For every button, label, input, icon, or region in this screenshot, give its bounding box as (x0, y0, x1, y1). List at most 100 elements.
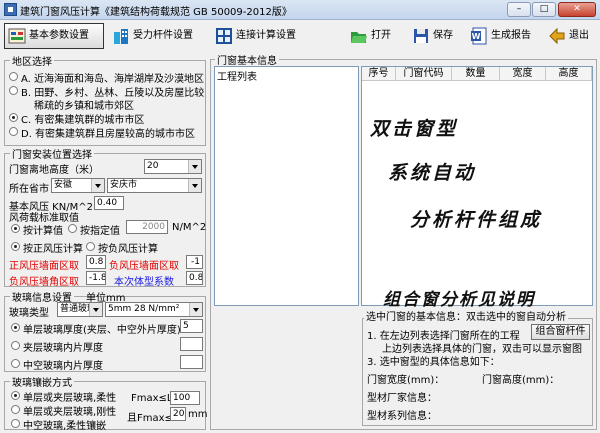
open-button-label: 打开 (371, 30, 391, 41)
positive-calc-label: 按正风压计算 (23, 244, 83, 255)
chevron-down-icon (188, 160, 201, 173)
maximize-button[interactable]: □ (532, 2, 556, 17)
glass-type-select[interactable]: 普通玻璃 (57, 302, 103, 317)
fmax2-label: 且Fmax≤ (127, 413, 173, 424)
selected-info-title: 选中门窗的基本信息：双击选中的窗自动分析 (364, 308, 568, 323)
embed-radio-3[interactable] (11, 419, 20, 428)
shape-coef-label: 本次体型系数 (114, 277, 174, 288)
embed-radio-2[interactable] (11, 405, 20, 414)
embed-option-2: 单层或夹层玻璃,刚性 (23, 407, 117, 418)
hint-analyze-members: 分析杆件组成 (410, 209, 543, 231)
hollow-glass-label: 中空玻璃内片厚度 (23, 361, 103, 372)
province-value: 安徽 (54, 180, 73, 190)
region-group-title: 地区选择 (10, 53, 54, 68)
save-disk-icon (414, 29, 428, 43)
col-header-height[interactable]: 高度 (546, 67, 592, 81)
generate-report-button[interactable]: W 生成报告 (466, 23, 538, 49)
fmax2-input[interactable]: 20 (170, 407, 186, 421)
single-glass-input[interactable]: 5 (180, 319, 203, 333)
region-radio-a[interactable] (9, 72, 18, 81)
title-bar: 建筑门窗风压计算《建筑结构荷载规范 GB 50009-2012版》 – □ ✕ (0, 0, 600, 20)
grid-form-icon (8, 28, 26, 44)
positive-calc-radio[interactable] (11, 242, 20, 251)
col-header-index[interactable]: 序号 (362, 67, 396, 81)
hollow-glass-input[interactable] (180, 355, 203, 369)
height-select[interactable]: 20 (144, 159, 202, 174)
chevron-down-icon (188, 179, 201, 192)
door-table[interactable]: 序号 门窗代码 数量 宽度 高度 (361, 66, 593, 306)
tab-connect-settings[interactable]: 连接计算设置 (211, 23, 311, 49)
save-button-label: 保存 (433, 30, 453, 41)
neg-wall-input[interactable]: -1 (186, 255, 203, 269)
building-icon (114, 29, 128, 44)
open-button[interactable]: 打开 (346, 23, 398, 49)
col-header-code[interactable]: 门窗代码 (396, 67, 452, 81)
door-info-title: 门窗基本信息 (215, 52, 279, 67)
region-radio-d[interactable] (9, 127, 18, 136)
fmax1-input[interactable]: 100 (170, 391, 200, 405)
neg-corner-label: 负风压墙角区取 (9, 277, 79, 288)
exit-button[interactable]: 退出 (544, 23, 596, 49)
province-select[interactable]: 安徽 (51, 178, 105, 193)
height-value: 20 (147, 161, 159, 171)
by-fixed-label: 按指定值 (80, 226, 120, 237)
exit-button-label: 退出 (569, 30, 589, 41)
region-option-c: C. 有密集建筑群的城市市区 (21, 115, 145, 126)
region-radio-c[interactable] (9, 113, 18, 122)
laminated-glass-input[interactable] (180, 337, 203, 351)
project-list-title: 工程列表 (217, 72, 257, 83)
laminated-glass-radio[interactable] (11, 341, 20, 350)
height-label: 门窗离地高度（米） (9, 165, 99, 176)
negative-calc-radio[interactable] (86, 242, 95, 251)
glass-spec-select[interactable]: 5mm 28 N/mm² (105, 302, 203, 317)
save-button[interactable]: 保存 (408, 23, 460, 49)
embed-radio-1[interactable] (11, 391, 20, 400)
door-height-label: 门窗高度(mm)： (482, 375, 560, 386)
embed-option-1: 单层或夹层玻璃,柔性 (23, 393, 117, 404)
window-frame-icon (216, 28, 232, 44)
col-header-qty[interactable]: 数量 (452, 67, 500, 81)
hint-system-auto: 系统自动 (388, 162, 477, 184)
single-glass-radio[interactable] (11, 323, 20, 332)
series-label: 型材系列信息： (367, 411, 437, 422)
neg-corner-input[interactable]: -1.8 (86, 271, 106, 285)
fixed-value-input[interactable]: 2000 (126, 220, 168, 234)
fixed-unit: N/M^2 (172, 222, 207, 233)
minimize-button[interactable]: – (507, 2, 531, 17)
glass-spec-value: 5mm 28 N/mm² (108, 304, 180, 314)
hint-combo-window: 组合窗分析见说明 (383, 290, 535, 310)
base-wind-input[interactable]: 0.40 (94, 196, 124, 210)
chevron-down-icon (89, 303, 102, 316)
single-glass-label: 单层玻璃厚度(夹层、中空外片厚度) (23, 325, 181, 336)
chevron-down-icon (91, 179, 104, 192)
embed-group-title: 玻璃镶嵌方式 (10, 374, 74, 389)
shape-coef-input[interactable]: 0.8 (186, 271, 203, 285)
tab-member-settings[interactable]: 受力杆件设置 (108, 23, 208, 49)
by-calc-label: 按计算值 (23, 226, 63, 237)
svg-text:W: W (472, 32, 481, 41)
hollow-glass-radio[interactable] (11, 359, 20, 368)
region-option-d: D. 有密集建筑群且房屋较高的城市市区 (21, 129, 196, 140)
region-radio-b[interactable] (9, 86, 18, 95)
install-group-title: 门窗安装位置选择 (10, 146, 94, 161)
tab-basic-params[interactable]: 基本参数设置 (4, 23, 104, 49)
tab-connect-settings-label: 连接计算设置 (236, 30, 296, 41)
chevron-down-icon (189, 303, 202, 316)
vendor-label: 型材厂家信息： (367, 393, 437, 404)
col-header-width[interactable]: 宽度 (500, 67, 546, 81)
by-calc-radio[interactable] (11, 224, 20, 233)
tab-basic-params-label: 基本参数设置 (29, 30, 89, 41)
neg-wall-label: 负风压墙面区取 (109, 261, 179, 272)
word-document-icon: W (471, 27, 487, 45)
laminated-glass-label: 夹层玻璃内片厚度 (23, 343, 103, 354)
by-fixed-radio[interactable] (68, 224, 77, 233)
pos-wall-input[interactable]: 0.8 (86, 255, 106, 269)
window-title: 建筑门窗风压计算《建筑结构荷载规范 GB 50009-2012版》 (20, 7, 292, 18)
close-button[interactable]: ✕ (558, 2, 596, 17)
combine-members-button[interactable]: 组合窗杆件 (531, 324, 590, 340)
city-select[interactable]: 安庆市 (107, 178, 202, 193)
project-list[interactable]: 工程列表 (214, 66, 359, 306)
generate-report-label: 生成报告 (491, 30, 531, 41)
embed-option-3: 中空玻璃,柔性镶嵌 (23, 421, 107, 432)
exit-arrow-icon (549, 27, 565, 45)
